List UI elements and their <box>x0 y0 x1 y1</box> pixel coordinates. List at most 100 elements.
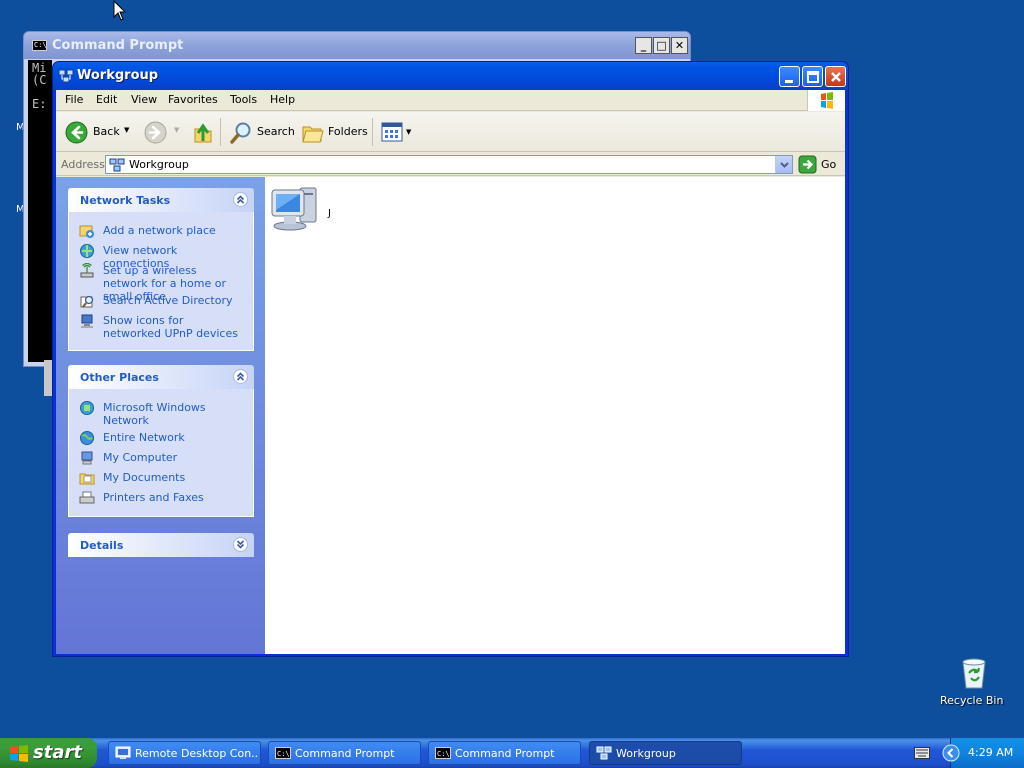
search-button[interactable]: Search <box>226 118 295 146</box>
taskbar-button-remote-desktop[interactable]: Remote Desktop Con... <box>108 741 261 765</box>
address-dropdown-button[interactable] <box>775 156 792 173</box>
entire-network-icon <box>80 431 94 445</box>
taskbar-button-command-prompt[interactable]: C:\ Command Prompt <box>428 741 581 765</box>
maximize-button[interactable]: □ <box>653 37 670 54</box>
chevron-up-icon[interactable] <box>233 192 248 207</box>
menu-tools[interactable]: Tools <box>230 93 257 106</box>
keyboard-icon[interactable] <box>914 747 930 759</box>
menu-bar: File Edit View Favorites Tools Help <box>56 90 845 111</box>
panel-title: Other Places <box>80 371 159 384</box>
go-arrow-icon <box>798 155 817 174</box>
place-label: My Computer <box>103 451 178 464</box>
task-setup-wireless-network[interactable]: Set up a wireless network for a home or … <box>79 263 249 303</box>
network-tasks-body: Add a network place View network connect… <box>68 212 254 351</box>
window-title: Workgroup <box>77 68 159 83</box>
address-input[interactable]: Workgroup <box>105 155 793 174</box>
panel-title: Details <box>80 539 124 552</box>
explorer-window[interactable]: Workgroup File Edit View Favorites Tools… <box>52 61 849 657</box>
mouse-cursor-icon <box>113 0 127 21</box>
task-add-network-place[interactable]: Add a network place <box>79 223 249 241</box>
address-bar: Address Workgroup Go <box>56 153 845 176</box>
close-button[interactable] <box>825 66 846 87</box>
menu-edit[interactable]: Edit <box>96 93 117 106</box>
menu-view[interactable]: View <box>131 93 157 106</box>
wireless-network-icon <box>80 263 94 278</box>
close-icon <box>831 72 841 82</box>
standard-toolbar: Back ▼ ▼ Search Folders ▼ <box>56 112 845 152</box>
remote-desktop-icon <box>115 746 131 759</box>
menu-favorites[interactable]: Favorites <box>168 93 218 106</box>
task-show-upnp-devices[interactable]: Show icons for networked UPnP devices <box>79 313 249 343</box>
back-arrow-icon <box>65 121 88 144</box>
place-my-documents[interactable]: My Documents <box>79 470 249 488</box>
chevron-up-icon[interactable] <box>233 369 248 384</box>
close-button[interactable]: ✕ <box>671 37 688 54</box>
explorer-client: File Edit View Favorites Tools Help Back… <box>56 90 845 654</box>
command-prompt-titlebar[interactable]: C:\ Command Prompt _ □ ✕ <box>24 32 690 59</box>
address-label: Address <box>61 158 105 171</box>
search-icon <box>230 122 251 144</box>
place-printers-and-faxes[interactable]: Printers and Faxes <box>79 490 249 508</box>
task-search-active-directory[interactable]: Search Active Directory <box>79 293 249 311</box>
network-tasks-header[interactable]: Network Tasks <box>68 188 254 212</box>
network-icon <box>58 69 74 83</box>
panel-title: Network Tasks <box>80 194 171 207</box>
go-button[interactable]: Go <box>797 155 843 174</box>
command-prompt-icon: C:\ <box>435 747 451 759</box>
svg-text:C:\: C:\ <box>437 750 450 758</box>
recycle-bin-icon[interactable] <box>956 656 992 690</box>
chevron-down-icon <box>780 162 789 168</box>
place-label: Printers and Faxes <box>103 491 204 504</box>
add-network-place-icon <box>79 225 94 238</box>
taskbar-button-label: Command Prompt <box>295 747 395 760</box>
up-folder-icon[interactable] <box>192 121 214 145</box>
dropdown-arrow-icon[interactable]: ▼ <box>124 126 129 134</box>
network-icon <box>109 158 125 172</box>
place-label: Microsoft Windows Network <box>103 401 206 427</box>
chevron-down-icon[interactable] <box>233 537 248 552</box>
show-hidden-icons-button[interactable] <box>942 744 960 762</box>
views-icon <box>381 122 403 142</box>
notification-area: 4:29 AM <box>942 738 1024 768</box>
task-view-network-connections[interactable]: View network connections <box>79 243 249 270</box>
network-icon <box>596 746 612 760</box>
maximize-button[interactable] <box>802 66 823 87</box>
command-prompt-console[interactable]: Mi (C E: <box>28 60 52 362</box>
forward-button[interactable]: ▼ <box>144 118 184 146</box>
menu-file[interactable]: File <box>65 93 83 106</box>
other-places-header[interactable]: Other Places <box>68 365 254 389</box>
folders-button[interactable]: Folders <box>298 118 368 146</box>
place-entire-network[interactable]: Entire Network <box>79 430 249 448</box>
minimize-button[interactable]: _ <box>635 37 652 54</box>
svg-text:C:\: C:\ <box>277 750 290 758</box>
network-connections-icon <box>80 244 94 258</box>
network-computer-icon <box>271 187 317 231</box>
search-label: Search <box>257 125 295 138</box>
place-my-computer[interactable]: My Computer <box>79 450 249 468</box>
explorer-titlebar[interactable]: Workgroup <box>53 62 848 90</box>
command-prompt-icon: C:\ <box>275 747 291 759</box>
menu-help[interactable]: Help <box>270 93 295 106</box>
taskbar-button-workgroup[interactable]: Workgroup <box>589 741 742 765</box>
place-label: My Documents <box>103 471 186 484</box>
maximize-icon <box>807 71 819 83</box>
my-documents-icon <box>79 473 95 485</box>
taskbar-button-command-prompt[interactable]: C:\ Command Prompt <box>268 741 421 765</box>
dropdown-arrow-icon: ▼ <box>406 128 412 136</box>
taskbar: start Remote Desktop Con... C:\ Command … <box>0 738 1024 768</box>
upnp-devices-icon <box>81 314 93 328</box>
minimize-icon <box>785 80 793 83</box>
taskbar-button-label: Command Prompt <box>455 747 555 760</box>
views-button[interactable]: ▼ <box>378 118 414 146</box>
windows-network-icon <box>80 401 94 415</box>
clock[interactable]: 4:29 AM <box>968 746 1013 759</box>
place-microsoft-windows-network[interactable]: Microsoft Windows Network <box>79 400 249 430</box>
details-header[interactable]: Details <box>68 533 254 557</box>
console-line: E: <box>32 97 47 111</box>
start-button[interactable]: start <box>0 738 97 768</box>
console-line: (C <box>32 73 47 87</box>
file-list-view[interactable]: J <box>265 177 845 654</box>
back-button[interactable]: Back ▼ <box>62 118 132 146</box>
network-computer-item[interactable]: J <box>270 184 350 234</box>
minimize-button[interactable] <box>779 66 800 87</box>
